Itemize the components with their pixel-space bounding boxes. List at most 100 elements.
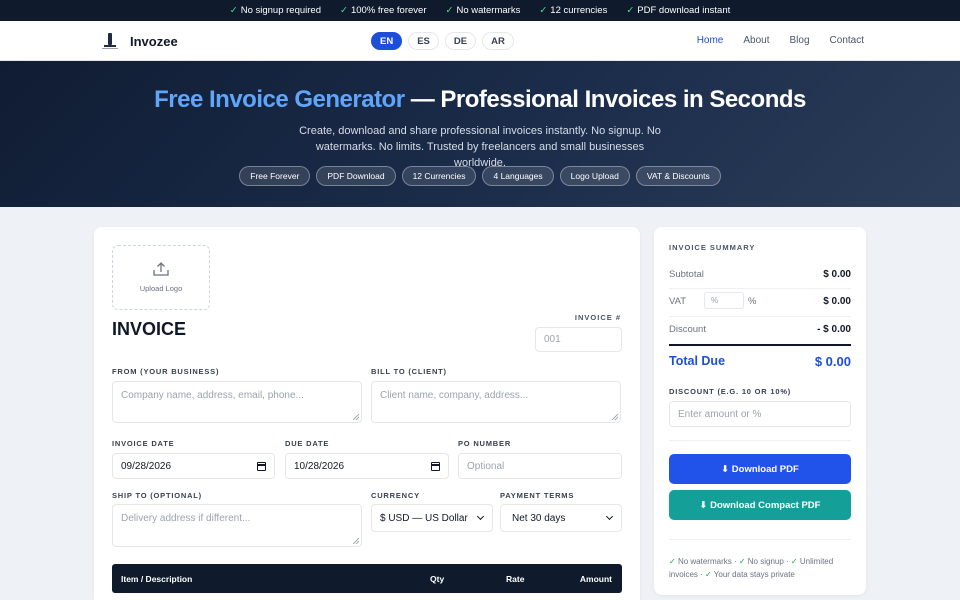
download-pdf-button[interactable]: ⬇ Download PDF xyxy=(669,454,851,484)
ship-to-label: SHIP TO (OPTIONAL) xyxy=(112,491,202,500)
due-date-value: 10/28/2026 xyxy=(294,460,345,472)
banner-item: ✓ PDF download instant xyxy=(626,5,731,16)
language-switcher: EN ES DE AR xyxy=(371,32,514,50)
payment-terms-select[interactable]: Net 30 days xyxy=(500,504,622,532)
nav-link-blog[interactable]: Blog xyxy=(790,35,810,46)
ship-to-placeholder: Delivery address if different... xyxy=(121,513,251,524)
line-items-header: Item / Description Qty Rate Amount xyxy=(112,564,622,593)
lang-en-button[interactable]: EN xyxy=(371,32,403,50)
divider xyxy=(669,440,851,441)
discount-input[interactable]: Enter amount or % xyxy=(669,401,851,427)
feature-pill: Logo Upload xyxy=(559,166,630,186)
invoice-summary: INVOICE SUMMARY Subtotal $ 0.00 VAT % % … xyxy=(654,227,866,595)
chevron-down-icon xyxy=(476,512,485,521)
vat-label: VAT xyxy=(669,296,687,307)
check-icon: ✓ xyxy=(340,5,348,16)
download-compact-pdf-button[interactable]: ⬇ Download Compact PDF xyxy=(669,490,851,520)
feature-pill: 4 Languages xyxy=(482,166,554,186)
resize-handle-icon[interactable] xyxy=(612,414,618,420)
due-date-input[interactable]: 10/28/2026 xyxy=(285,453,449,479)
currency-select[interactable]: $ USD — US Dollar xyxy=(371,504,493,532)
banner-item: ✓ No signup required xyxy=(229,5,321,16)
total-due-label: Total Due xyxy=(669,354,726,368)
subtotal-row: Subtotal $ 0.00 xyxy=(669,269,851,280)
check-icon: ✓ xyxy=(738,557,746,566)
banner-item: ✓ 12 currencies xyxy=(539,5,608,16)
vat-input[interactable]: % xyxy=(704,292,744,309)
banner-item: ✓ 100% free forever xyxy=(340,5,427,16)
check-icon: ✓ xyxy=(790,557,798,566)
subtotal-label: Subtotal xyxy=(669,269,704,280)
check-icon: ✓ xyxy=(669,557,676,566)
trust-item: Your data stays private xyxy=(713,570,795,579)
main-menu: Home About Blog Contact xyxy=(697,35,864,46)
resize-handle-icon[interactable] xyxy=(353,414,359,420)
resize-handle-icon[interactable] xyxy=(353,538,359,544)
hero-title-rest: — Professional Invoices in Seconds xyxy=(404,86,807,113)
lang-es-button[interactable]: ES xyxy=(408,32,439,50)
brand[interactable]: Invozee xyxy=(100,31,178,51)
discount-value: - $ 0.00 xyxy=(817,324,851,335)
hero-title-highlight: Free Invoice Generator xyxy=(154,86,405,113)
invoice-number-input[interactable]: 001 xyxy=(535,327,622,352)
calendar-icon[interactable] xyxy=(431,462,440,471)
nav-link-about[interactable]: About xyxy=(743,35,769,46)
total-due-value: $ 0.00 xyxy=(814,354,851,369)
feature-pill: PDF Download xyxy=(316,166,396,186)
discount-row: Discount - $ 0.00 xyxy=(669,324,851,335)
bill-to-input[interactable]: Client name, company, address... xyxy=(371,381,621,423)
discount-input-label: DISCOUNT (E.G. 10 OR 10%) xyxy=(669,387,792,396)
from-input[interactable]: Company name, address, email, phone... xyxy=(112,381,362,423)
lang-ar-button[interactable]: AR xyxy=(482,32,514,50)
from-placeholder: Company name, address, email, phone... xyxy=(121,390,304,401)
banner-item: ✓ No watermarks xyxy=(445,5,521,16)
upload-logo-button[interactable]: Upload Logo xyxy=(112,245,210,310)
trust-item: No watermarks xyxy=(677,557,732,566)
invoice-date-value: 09/28/2026 xyxy=(121,460,172,472)
check-icon: ✓ xyxy=(626,5,635,16)
payment-terms-label: PAYMENT TERMS xyxy=(500,491,575,500)
column-rate: Rate xyxy=(506,574,525,584)
subtotal-value: $ 0.00 xyxy=(823,269,851,280)
column-amount: Amount xyxy=(579,574,612,584)
nav-link-home[interactable]: Home xyxy=(697,35,724,46)
chevron-down-icon xyxy=(605,512,614,521)
total-due-row: Total Due $ 0.00 xyxy=(669,354,851,369)
hero-title: Free Invoice Generator — Professional In… xyxy=(0,86,960,114)
currency-label: CURRENCY xyxy=(371,491,420,500)
brand-name: Invozee xyxy=(130,33,178,49)
ship-to-input[interactable]: Delivery address if different... xyxy=(112,504,362,547)
nav-link-contact[interactable]: Contact xyxy=(830,35,864,46)
summary-title: INVOICE SUMMARY xyxy=(669,243,756,252)
invoice-title: INVOICE xyxy=(112,319,187,339)
brand-logo-icon xyxy=(100,31,120,51)
feature-pills: Free Forever PDF Download 12 Currencies … xyxy=(0,166,960,186)
po-number-input[interactable]: Optional xyxy=(458,453,622,479)
currency-value: $ USD — US Dollar xyxy=(380,512,468,524)
invoice-form: Upload Logo INVOICE INVOICE # 001 FROM (… xyxy=(94,227,640,600)
trust-item: No signup xyxy=(747,557,784,566)
navbar: Invozee EN ES DE AR Home About Blog Cont… xyxy=(0,21,960,61)
discount-label: Discount xyxy=(669,324,706,335)
feature-pill: Free Forever xyxy=(239,166,311,186)
check-icon: ✓ xyxy=(539,5,548,16)
invoice-date-input[interactable]: 09/28/2026 xyxy=(112,453,275,479)
calendar-icon[interactable] xyxy=(257,462,266,471)
divider xyxy=(669,539,851,540)
bill-to-placeholder: Client name, company, address... xyxy=(380,390,529,401)
upload-logo-label: Upload Logo xyxy=(139,284,183,293)
check-icon: ✓ xyxy=(229,5,238,16)
vat-value: $ 0.00 xyxy=(823,296,851,307)
divider xyxy=(669,316,851,317)
lang-de-button[interactable]: DE xyxy=(444,32,477,50)
divider xyxy=(669,288,851,289)
feature-pill: VAT & Discounts xyxy=(635,166,721,186)
hero-subtitle: Create, download and share professional … xyxy=(299,125,661,169)
invoice-number-label: INVOICE # xyxy=(574,313,621,322)
from-label: FROM (YOUR BUSINESS) xyxy=(112,367,220,376)
payment-terms-value: Net 30 days xyxy=(512,512,566,524)
feature-pill: 12 Currencies xyxy=(401,166,477,186)
trust-notes: ✓ No watermarks · ✓ No signup · ✓ Unlimi… xyxy=(669,557,834,579)
vat-row: VAT % % $ 0.00 xyxy=(669,292,851,309)
due-date-label: DUE DATE xyxy=(285,439,330,448)
